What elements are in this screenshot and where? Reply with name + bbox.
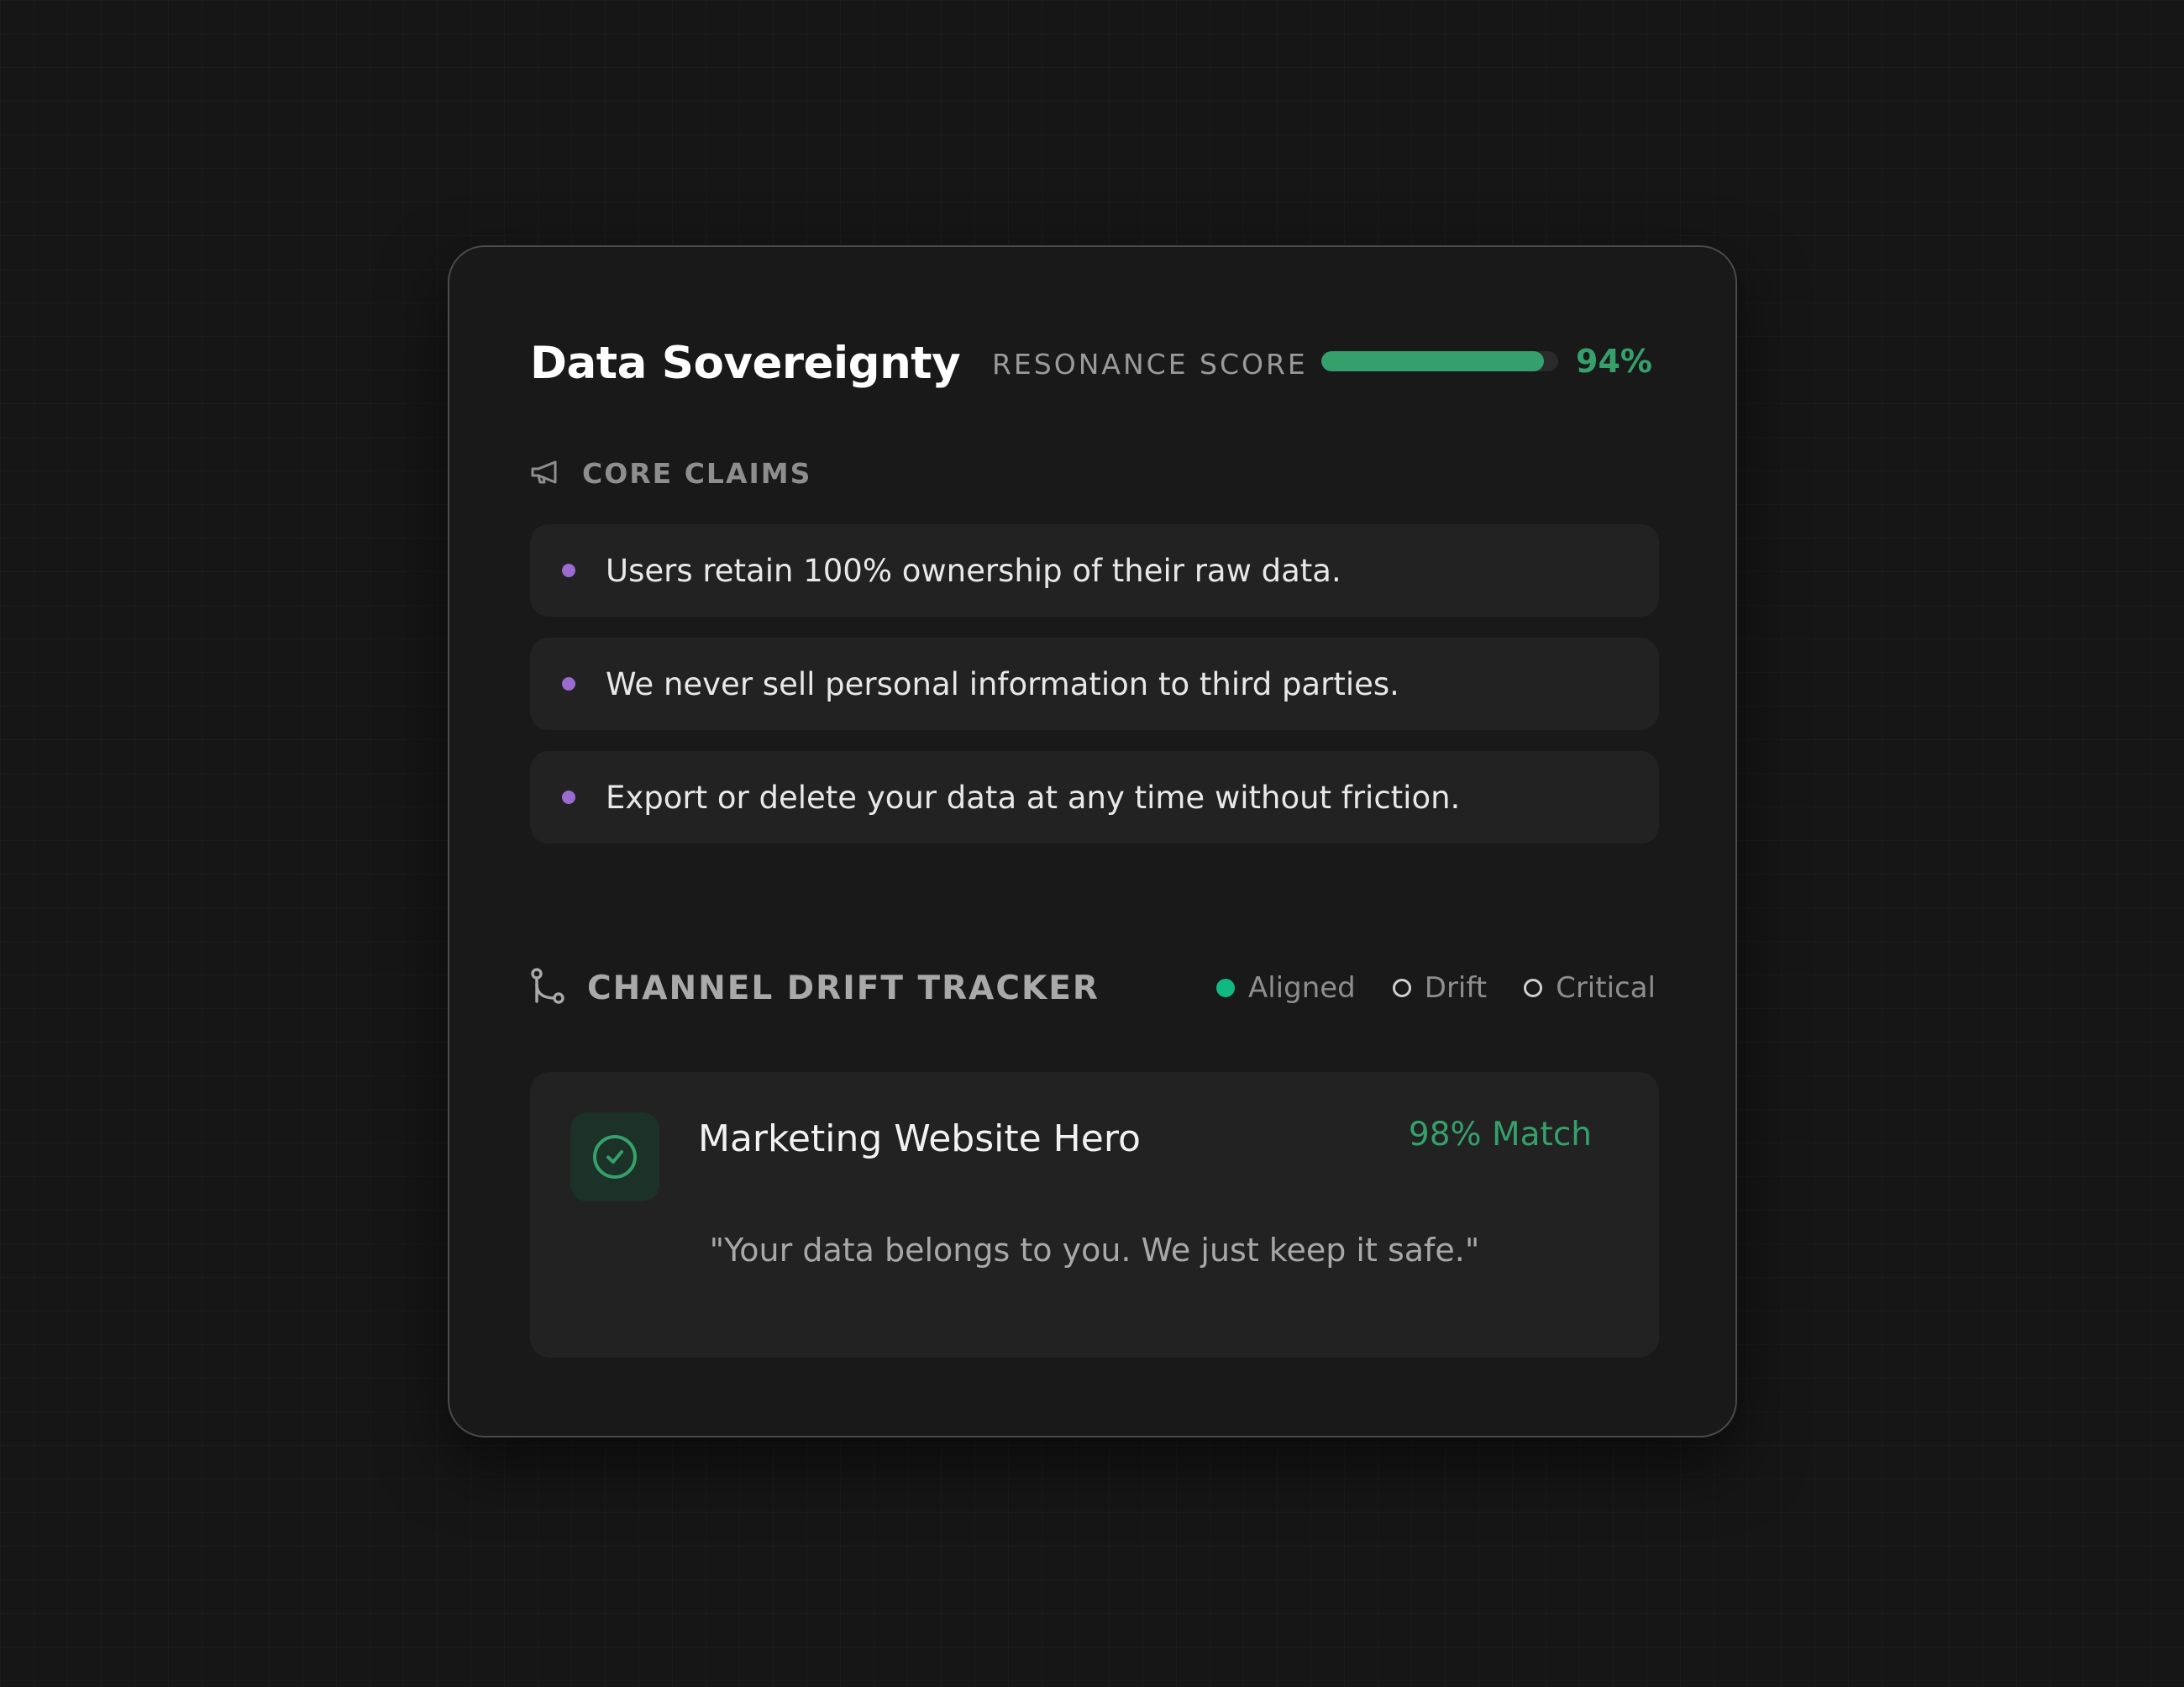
claim-item: Export or delete your data at any time w… [530, 751, 1659, 844]
legend-dot-hollow [1392, 979, 1411, 997]
check-circle-icon [570, 1112, 659, 1201]
legend-drift: Drift [1392, 971, 1488, 1005]
resonance-score-value: 94% [1576, 343, 1652, 380]
claim-text: Export or delete your data at any time w… [606, 779, 1461, 816]
legend-critical: Critical [1524, 971, 1656, 1005]
claim-item: We never sell personal information to th… [530, 638, 1659, 730]
status-legend: Aligned Drift Critical [1179, 971, 1656, 1005]
legend-label: Critical [1556, 971, 1656, 1005]
channel-card-marketing-website[interactable]: Marketing Website Hero 98% Match "Your d… [530, 1072, 1659, 1358]
drift-tracker-header: CHANNEL DRIFT TRACKER [530, 968, 1100, 1008]
git-branch-icon [530, 968, 565, 1008]
claim-bullet [562, 677, 575, 691]
claim-text: Users retain 100% ownership of their raw… [606, 552, 1341, 589]
pillar-card: Data Sovereignty RESONANCE SCORE 94% COR… [448, 245, 1737, 1437]
channel-match-score: 98% Match [1408, 1116, 1592, 1154]
core-claims-label: CORE CLAIMS [582, 457, 812, 490]
resonance-score-bar [1321, 351, 1558, 371]
megaphone-icon [530, 460, 562, 488]
card-title: Data Sovereignty [530, 338, 961, 389]
claim-bullet [562, 564, 575, 577]
core-claims-list: Users retain 100% ownership of their raw… [530, 524, 1659, 865]
claim-text: We never sell personal information to th… [606, 665, 1399, 702]
resonance-score-fill [1321, 351, 1545, 371]
core-claims-header: CORE CLAIMS [530, 457, 811, 490]
legend-label: Aligned [1247, 971, 1356, 1005]
legend-dot-hollow [1524, 979, 1543, 997]
legend-label: Drift [1424, 971, 1488, 1005]
claim-bullet [562, 791, 575, 804]
legend-aligned: Aligned [1215, 971, 1356, 1005]
resonance-score-label: RESONANCE SCORE [992, 348, 1308, 381]
drift-tracker-label: CHANNEL DRIFT TRACKER [587, 969, 1100, 1007]
claim-item: Users retain 100% ownership of their raw… [530, 524, 1659, 617]
legend-dot-filled [1215, 979, 1235, 997]
channel-name: Marketing Website Hero [698, 1117, 1141, 1160]
channel-quote: "Your data belongs to you. We just keep … [709, 1232, 1480, 1269]
